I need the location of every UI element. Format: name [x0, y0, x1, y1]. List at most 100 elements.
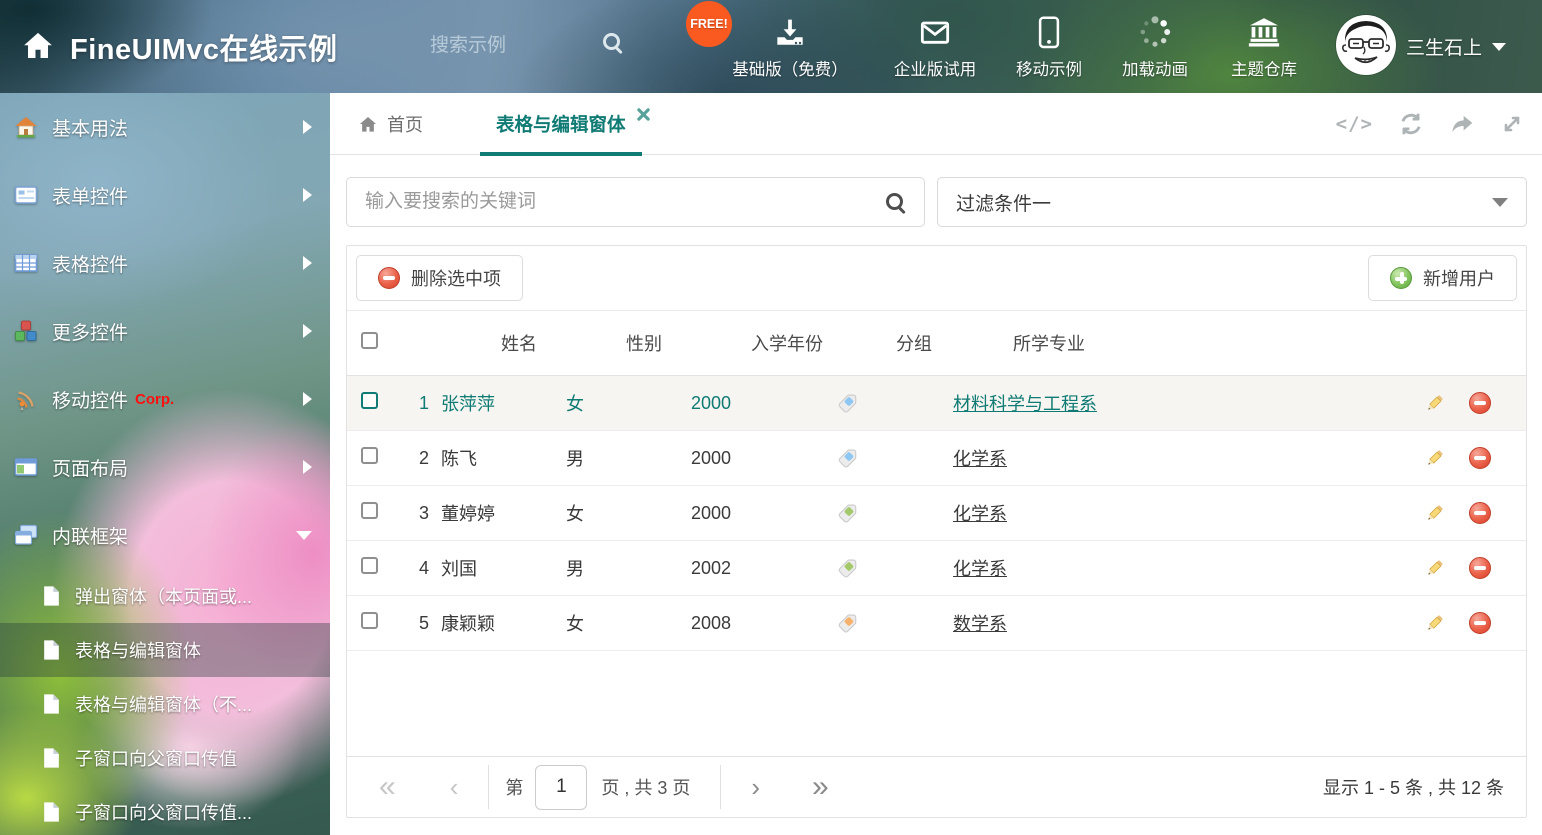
sidebar-item-basic-usage[interactable]: 基本用法 [0, 93, 330, 161]
file-icon [42, 639, 61, 661]
minus-circle-icon [378, 267, 400, 289]
delete-icon[interactable] [1469, 502, 1491, 524]
source-code-icon[interactable]: </> [1336, 113, 1373, 135]
sidebar-subitem-child-to-parent[interactable]: 子窗口向父窗口传值 [0, 731, 330, 785]
next-page-button[interactable]: › [751, 774, 760, 800]
delete-icon[interactable] [1469, 612, 1491, 634]
file-icon [42, 747, 61, 769]
cell-gender: 女 [566, 610, 691, 636]
frames-icon [14, 523, 38, 547]
major-link[interactable]: 材料科学与工程系 [953, 394, 1097, 414]
col-header-major[interactable]: 所学专业 [1013, 330, 1406, 356]
row-number: 3 [391, 503, 441, 524]
table-row[interactable]: 3 董婷婷 女 2000 化学系 [347, 486, 1526, 541]
file-icon [42, 801, 61, 823]
sidebar-subitem-label: 表格与编辑窗体 [75, 637, 201, 663]
select-all-checkbox[interactable] [361, 332, 378, 349]
sidebar-subitem-label: 表格与编辑窗体（不... [75, 691, 252, 717]
tab-tools: </> [1336, 93, 1524, 155]
chevron-right-icon [303, 256, 312, 270]
delete-icon[interactable] [1469, 392, 1491, 414]
home-icon[interactable] [21, 30, 55, 67]
cell-year: 2000 [691, 393, 836, 414]
tag-icon [836, 502, 859, 525]
major-link[interactable]: 数学系 [953, 614, 1007, 634]
add-user-button[interactable]: 新增用户 [1368, 255, 1517, 301]
cubes-icon [14, 319, 38, 343]
nav-enterprise-trial[interactable]: 企业版试用 [873, 13, 997, 80]
app-window: FineUIMvc在线示例 FREE! 基础版（免费） 企业版试用 移动示例 [0, 0, 1542, 835]
table-search-input[interactable] [347, 178, 885, 226]
sidebar-item-mobile-controls[interactable]: 移动控件 Corp. [0, 365, 330, 433]
nav-loading-animation[interactable]: 加载动画 [1103, 13, 1207, 80]
tab-home[interactable]: 首页 [358, 93, 423, 155]
grid-toolbar: 删除选中项 新增用户 [347, 246, 1526, 310]
avatar[interactable] [1336, 15, 1396, 75]
row-checkbox[interactable] [361, 612, 378, 629]
row-checkbox[interactable] [361, 447, 378, 464]
row-checkbox[interactable] [361, 557, 378, 574]
nav-mobile-demo[interactable]: 移动示例 [997, 13, 1101, 80]
delete-icon[interactable] [1469, 557, 1491, 579]
chevron-down-icon [1492, 198, 1508, 207]
nav-basic-edition[interactable]: 基础版（免费） [716, 13, 864, 80]
table-row[interactable]: 2 陈飞 男 2000 化学系 [347, 431, 1526, 486]
table-row[interactable]: 5 康颖颖 女 2008 数学系 [347, 596, 1526, 651]
table-row[interactable]: 1 张萍萍 女 2000 材料科学与工程系 [347, 376, 1526, 431]
sidebar-item-form-controls[interactable]: 表单控件 [0, 161, 330, 229]
col-header-gender[interactable]: 性别 [626, 330, 751, 356]
add-button-label: 新增用户 [1423, 265, 1495, 291]
data-grid: 删除选中项 新增用户 姓名 性别 入学年份 分组 所学专业 1 [346, 245, 1527, 818]
sidebar-subitem-grid-edit-window[interactable]: 表格与编辑窗体 [0, 623, 330, 677]
download-icon [716, 13, 864, 49]
sidebar-subitem-child-to-parent-2[interactable]: 子窗口向父窗口传值... [0, 785, 330, 835]
refresh-icon[interactable] [1398, 111, 1424, 137]
pagination-bar: « ‹ 第 页 , 共 3 页 › » 显示 1 - 5 条 , 共 12 条 [347, 756, 1526, 817]
sidebar-item-grid-controls[interactable]: 表格控件 [0, 229, 330, 297]
table-header: 姓名 性别 入学年份 分组 所学专业 [347, 310, 1526, 376]
row-checkbox[interactable] [361, 502, 378, 519]
tab-grid-edit-window[interactable]: 表格与编辑窗体 [480, 93, 642, 155]
close-icon[interactable] [637, 104, 650, 126]
delete-selected-button[interactable]: 删除选中项 [356, 255, 523, 301]
pager-divider [720, 765, 721, 809]
major-link[interactable]: 化学系 [953, 504, 1007, 524]
sidebar-item-label: 移动控件 [52, 386, 128, 413]
col-header-year[interactable]: 入学年份 [751, 330, 896, 356]
prev-page-button[interactable]: ‹ [450, 774, 459, 800]
major-link[interactable]: 化学系 [953, 449, 1007, 469]
header-search-icon[interactable] [602, 32, 623, 53]
filter-dropdown[interactable]: 过滤条件一 [937, 177, 1527, 227]
sidebar-item-more-controls[interactable]: 更多控件 [0, 297, 330, 365]
header-search-input[interactable] [430, 28, 588, 64]
expand-icon[interactable] [1500, 112, 1524, 136]
sidebar-item-page-layout[interactable]: 页面布局 [0, 433, 330, 501]
delete-icon[interactable] [1469, 447, 1491, 469]
search-icon[interactable] [885, 192, 906, 213]
edit-icon[interactable] [1424, 503, 1445, 524]
user-menu[interactable]: 三生石上 [1406, 33, 1506, 60]
sidebar-subitem-grid-edit-window-2[interactable]: 表格与编辑窗体（不... [0, 677, 330, 731]
row-number: 4 [391, 558, 441, 579]
cell-name: 康颖颖 [441, 610, 566, 636]
edit-icon[interactable] [1424, 448, 1445, 469]
nav-theme-store[interactable]: 主题仓库 [1212, 13, 1316, 80]
col-header-group[interactable]: 分组 [896, 330, 1013, 356]
tag-icon [836, 392, 859, 415]
last-page-button[interactable]: » [812, 772, 829, 802]
table-search-box [346, 177, 925, 227]
major-link[interactable]: 化学系 [953, 559, 1007, 579]
edit-icon[interactable] [1424, 393, 1445, 414]
page-number-input[interactable] [535, 765, 587, 810]
table-row[interactable]: 4 刘国 男 2002 化学系 [347, 541, 1526, 596]
nav-label: 企业版试用 [873, 56, 997, 80]
row-checkbox[interactable] [361, 392, 378, 409]
sidebar-subitem-popup-window[interactable]: 弹出窗体（本页面或... [0, 569, 330, 623]
cell-name: 刘国 [441, 555, 566, 581]
first-page-button[interactable]: « [379, 772, 396, 802]
sidebar-item-inline-frames[interactable]: 内联框架 [0, 501, 330, 569]
edit-icon[interactable] [1424, 558, 1445, 579]
edit-icon[interactable] [1424, 613, 1445, 634]
open-new-window-icon[interactable] [1449, 111, 1475, 137]
col-header-name[interactable]: 姓名 [501, 330, 626, 356]
